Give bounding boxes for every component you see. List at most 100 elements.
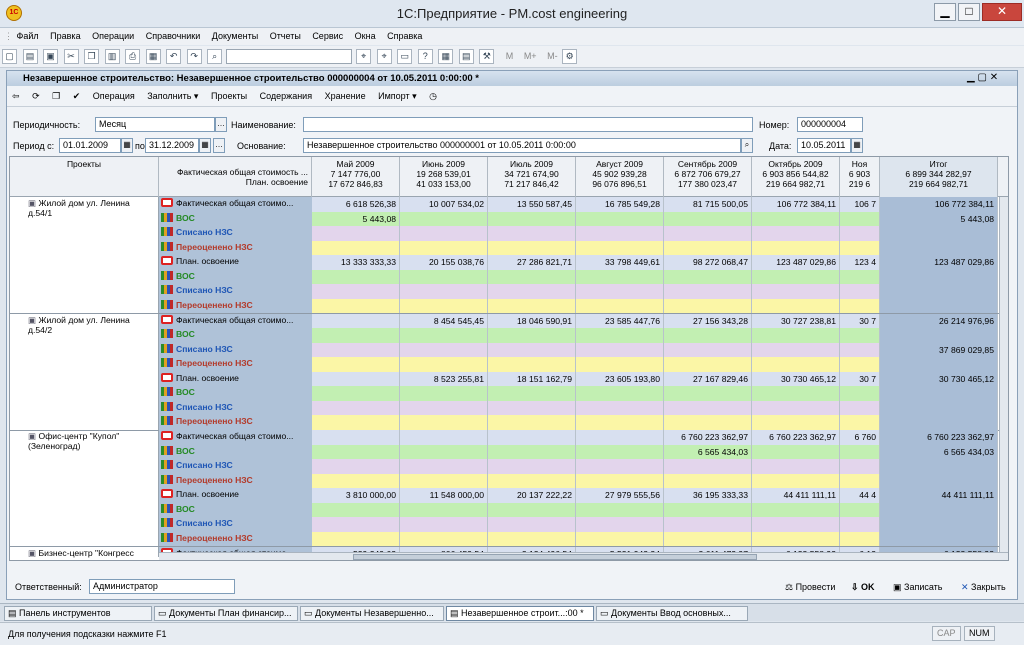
grid-cell[interactable] bbox=[840, 211, 880, 226]
grid-cell[interactable]: 6 565 434,03 bbox=[880, 444, 998, 459]
grid-cell[interactable] bbox=[576, 459, 664, 474]
grid-cell[interactable] bbox=[664, 298, 752, 313]
project-name[interactable]: ▣ Жилой дом ул. Ленина д.54/1 bbox=[28, 198, 156, 218]
grid-cell[interactable] bbox=[752, 531, 840, 546]
grid-cell[interactable] bbox=[840, 328, 880, 343]
grid-cell[interactable]: 123 487 029,86 bbox=[880, 255, 998, 270]
save-button[interactable]: ▣ Записать bbox=[893, 582, 942, 593]
grid-cell[interactable] bbox=[880, 284, 998, 299]
project-name[interactable]: ▣ Бизнес-центр "Конгресс Холл" bbox=[28, 548, 156, 561]
grid-cell[interactable]: 27 979 555,56 bbox=[576, 488, 664, 503]
grid-cell[interactable] bbox=[488, 342, 576, 357]
grid-cell[interactable]: 36 195 333,33 bbox=[664, 488, 752, 503]
grid-cell[interactable]: 30 730 465,12 bbox=[752, 371, 840, 386]
doc-window-buttons-icon[interactable]: ▁ ▢ ✕ bbox=[967, 72, 998, 83]
calendar-to-icon[interactable]: ▦ bbox=[199, 138, 211, 153]
grid-cell[interactable] bbox=[840, 473, 880, 488]
grid-cell[interactable] bbox=[488, 502, 576, 517]
grid-cell[interactable] bbox=[312, 430, 400, 445]
operation-button[interactable]: Операция bbox=[91, 91, 137, 101]
grid-cell[interactable] bbox=[840, 284, 880, 299]
grid-cell[interactable] bbox=[312, 502, 400, 517]
grid-cell[interactable] bbox=[664, 400, 752, 415]
find-icon[interactable]: ⌕ bbox=[207, 49, 223, 64]
scrollbar-thumb[interactable] bbox=[353, 554, 757, 560]
grid-cell[interactable] bbox=[752, 400, 840, 415]
grid-cell[interactable] bbox=[312, 342, 400, 357]
post-icon[interactable]: ✔ bbox=[71, 91, 83, 102]
task-fixed-assets[interactable]: ▭ Документы Ввод основных... bbox=[596, 606, 748, 621]
vertical-scrollbar[interactable] bbox=[999, 197, 1008, 552]
grid-cell[interactable] bbox=[880, 386, 998, 401]
settings-icon[interactable]: ⚙ bbox=[562, 49, 578, 64]
calendar-icon[interactable]: ▤ bbox=[458, 49, 474, 64]
grid-cell[interactable] bbox=[752, 328, 840, 343]
grid-cell[interactable] bbox=[664, 284, 752, 299]
grid-cell[interactable] bbox=[664, 226, 752, 241]
grid-cell[interactable]: 23 605 193,80 bbox=[576, 371, 664, 386]
grid-cell[interactable]: 37 869 029,85 bbox=[880, 342, 998, 357]
preview-icon[interactable]: ▦ bbox=[145, 49, 161, 64]
grid-cell[interactable] bbox=[576, 357, 664, 372]
grid-cell[interactable] bbox=[400, 298, 488, 313]
grid-cell[interactable] bbox=[664, 502, 752, 517]
grid-cell[interactable] bbox=[840, 502, 880, 517]
grid-cell[interactable]: 13 333 333,33 bbox=[312, 255, 400, 270]
grid-cell[interactable] bbox=[312, 459, 400, 474]
grid-cell[interactable] bbox=[840, 415, 880, 430]
mem-plus[interactable]: M+ bbox=[524, 51, 537, 61]
period-select-button[interactable]: … bbox=[213, 138, 225, 153]
number-field[interactable]: 000000004 bbox=[797, 117, 863, 132]
grid-cell[interactable] bbox=[880, 415, 998, 430]
grid-cell[interactable] bbox=[880, 269, 998, 284]
grid-cell[interactable] bbox=[664, 386, 752, 401]
grid-cell[interactable]: 6 565 434,03 bbox=[664, 444, 752, 459]
mem-minus[interactable]: M- bbox=[547, 51, 558, 61]
grid-cell[interactable] bbox=[400, 459, 488, 474]
fill-button[interactable]: Заполнить ▾ bbox=[145, 91, 200, 102]
grid-cell[interactable] bbox=[400, 342, 488, 357]
grid-cell[interactable] bbox=[664, 531, 752, 546]
grid-cell[interactable] bbox=[576, 240, 664, 255]
grid-cell[interactable] bbox=[840, 517, 880, 532]
grid-cell[interactable] bbox=[576, 226, 664, 241]
menu-catalogs[interactable]: Справочники bbox=[142, 28, 206, 41]
grid-cell[interactable] bbox=[400, 502, 488, 517]
grid-cell[interactable] bbox=[576, 502, 664, 517]
grid-cell[interactable] bbox=[576, 400, 664, 415]
grid-cell[interactable] bbox=[488, 473, 576, 488]
grid-cell[interactable] bbox=[576, 269, 664, 284]
grid-cell[interactable] bbox=[312, 284, 400, 299]
storage-button[interactable]: Хранение bbox=[323, 91, 368, 101]
maximize-button[interactable]: □ bbox=[958, 3, 980, 21]
grid-cell[interactable]: 98 272 068,47 bbox=[664, 255, 752, 270]
grid-cell[interactable]: 16 785 549,28 bbox=[576, 197, 664, 212]
grid-cell[interactable] bbox=[576, 430, 664, 445]
grid-cell[interactable] bbox=[312, 313, 400, 328]
grid-cell[interactable]: 5 443,08 bbox=[880, 211, 998, 226]
grid-cell[interactable] bbox=[576, 473, 664, 488]
menu-reports[interactable]: Отчеты bbox=[266, 28, 306, 41]
grid-cell[interactable] bbox=[664, 211, 752, 226]
task-toolbar-panel[interactable]: ▤ Панель инструментов bbox=[4, 606, 152, 621]
menu-windows[interactable]: Окна bbox=[351, 28, 381, 41]
grid-cell[interactable] bbox=[664, 357, 752, 372]
refresh-icon[interactable]: ⟳ bbox=[30, 91, 42, 102]
grid-cell[interactable] bbox=[576, 328, 664, 343]
grid-cell[interactable] bbox=[880, 328, 998, 343]
ok-button[interactable]: ⇩ OK bbox=[851, 582, 875, 593]
grid-cell[interactable] bbox=[752, 502, 840, 517]
grid-cell[interactable]: 6 760 223 362,97 bbox=[664, 430, 752, 445]
menu-documents[interactable]: Документы bbox=[208, 28, 263, 41]
grid-cell[interactable] bbox=[664, 328, 752, 343]
post-button[interactable]: ⚖ Провести bbox=[785, 582, 835, 593]
grid-cell[interactable] bbox=[488, 357, 576, 372]
grid-cell[interactable]: 123 487 029,86 bbox=[752, 255, 840, 270]
grid-cell[interactable] bbox=[488, 430, 576, 445]
close-doc-button[interactable]: ✕ Закрыть bbox=[961, 582, 1006, 593]
grid-cell[interactable] bbox=[400, 328, 488, 343]
cut-icon[interactable]: ✂ bbox=[63, 49, 79, 64]
grid-cell[interactable] bbox=[752, 211, 840, 226]
grid-cell[interactable] bbox=[400, 531, 488, 546]
grid-cell[interactable] bbox=[400, 430, 488, 445]
